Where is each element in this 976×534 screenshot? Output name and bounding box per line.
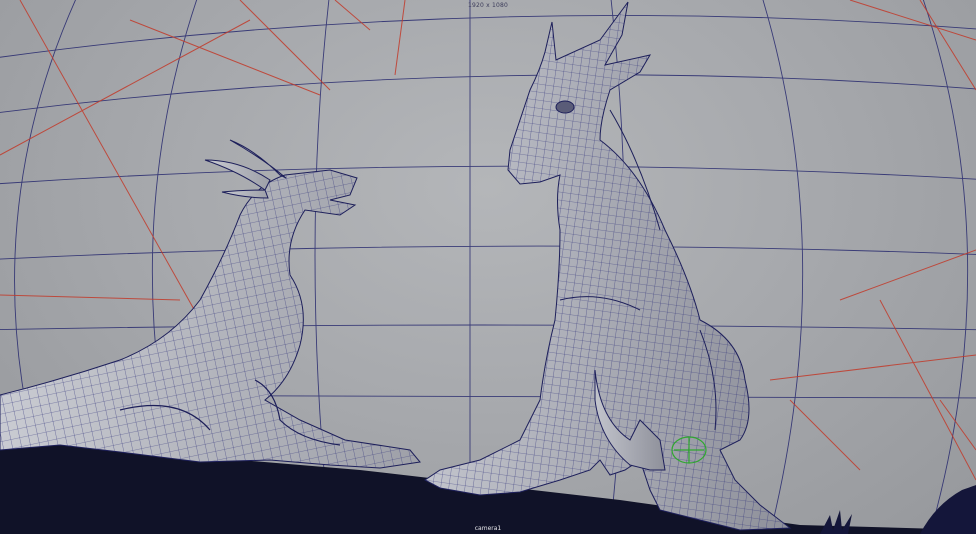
viewport-scene[interactable] xyxy=(0,0,976,534)
dragon-sitting-mesh[interactable] xyxy=(424,1,792,531)
maya-viewport[interactable]: 1920 x 1080 camera1 xyxy=(0,0,976,534)
dragon-lying-mesh[interactable] xyxy=(0,139,421,469)
resolution-gate-label: 1920 x 1080 xyxy=(467,2,509,9)
green-locator[interactable] xyxy=(671,436,707,464)
camera-name-label: camera1 xyxy=(474,525,502,532)
